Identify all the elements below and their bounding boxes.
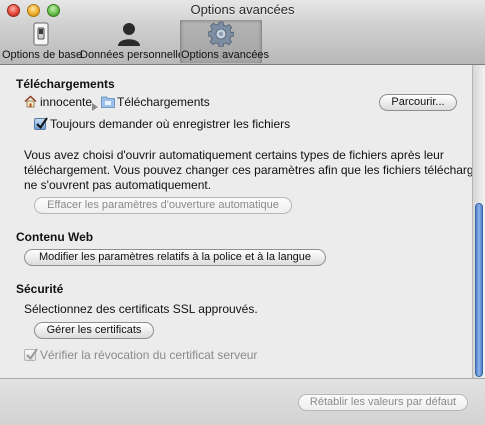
bottom-bar: Rétablir les valeurs par défaut	[0, 378, 485, 425]
manage-certificates-button[interactable]: Gérer les certificats	[34, 322, 154, 339]
path-separator-icon	[92, 98, 98, 116]
path-downloads-folder: Téléchargements	[117, 95, 210, 109]
checkmark-icon	[36, 117, 48, 130]
person-icon	[116, 21, 142, 47]
tab-label: Options de base	[2, 49, 83, 61]
tab-basic-options[interactable]: Options de base	[2, 20, 83, 63]
description-line: ne s'ouvrent pas automatiquement.	[24, 178, 212, 192]
path-home-folder: innocente	[40, 95, 93, 109]
check-revocation-label: Vérifier la révocation du certificat ser…	[40, 348, 258, 362]
vertical-scrollbar[interactable]	[472, 65, 485, 378]
tab-label: Données personnelles	[80, 49, 190, 61]
ssl-certificates-text: Sélectionnez des certificats SSL approuv…	[24, 302, 258, 316]
tab-label: Options avancées	[181, 49, 270, 61]
description-line: Vous avez choisi d'ouvrir automatiquemen…	[24, 148, 444, 162]
checkmark-icon	[26, 348, 38, 361]
scrollbar-thumb[interactable]	[475, 203, 483, 377]
auto-open-description: Vous avez choisi d'ouvrir automatiquemen…	[24, 148, 472, 193]
downloads-section-title: Téléchargements	[16, 77, 115, 91]
gear-icon	[207, 21, 235, 48]
web-content-section-title: Contenu Web	[16, 230, 94, 244]
always-ask-checkbox[interactable]	[34, 117, 48, 130]
description-line: téléchargement. Vous pouvez changer ces …	[24, 163, 472, 177]
tab-personal-data[interactable]: Données personnelles	[80, 20, 190, 63]
home-icon	[24, 95, 37, 113]
check-revocation-checkbox[interactable]	[24, 348, 38, 361]
tab-advanced-options[interactable]: Options avancées	[180, 20, 270, 63]
title-bar: Options avancées Options de base Données…	[0, 0, 485, 65]
switch-icon	[28, 21, 54, 47]
font-language-settings-button[interactable]: Modifier les paramètres relatifs à la po…	[24, 249, 326, 266]
security-section-title: Sécurité	[16, 282, 64, 296]
browse-button[interactable]: Parcourir...	[379, 94, 457, 111]
clear-auto-open-button[interactable]: Effacer les paramètres d'ouverture autom…	[34, 197, 292, 214]
always-ask-label: Toujours demander où enregistrer les fic…	[50, 117, 291, 131]
restore-defaults-button[interactable]: Rétablir les valeurs par défaut	[298, 394, 468, 411]
preferences-window: Options avancées Options de base Données…	[0, 0, 485, 425]
window-title: Options avancées	[190, 2, 295, 17]
advanced-options-pane: Téléchargements innocente Téléchargement	[0, 65, 472, 378]
folder-icon	[101, 95, 115, 113]
